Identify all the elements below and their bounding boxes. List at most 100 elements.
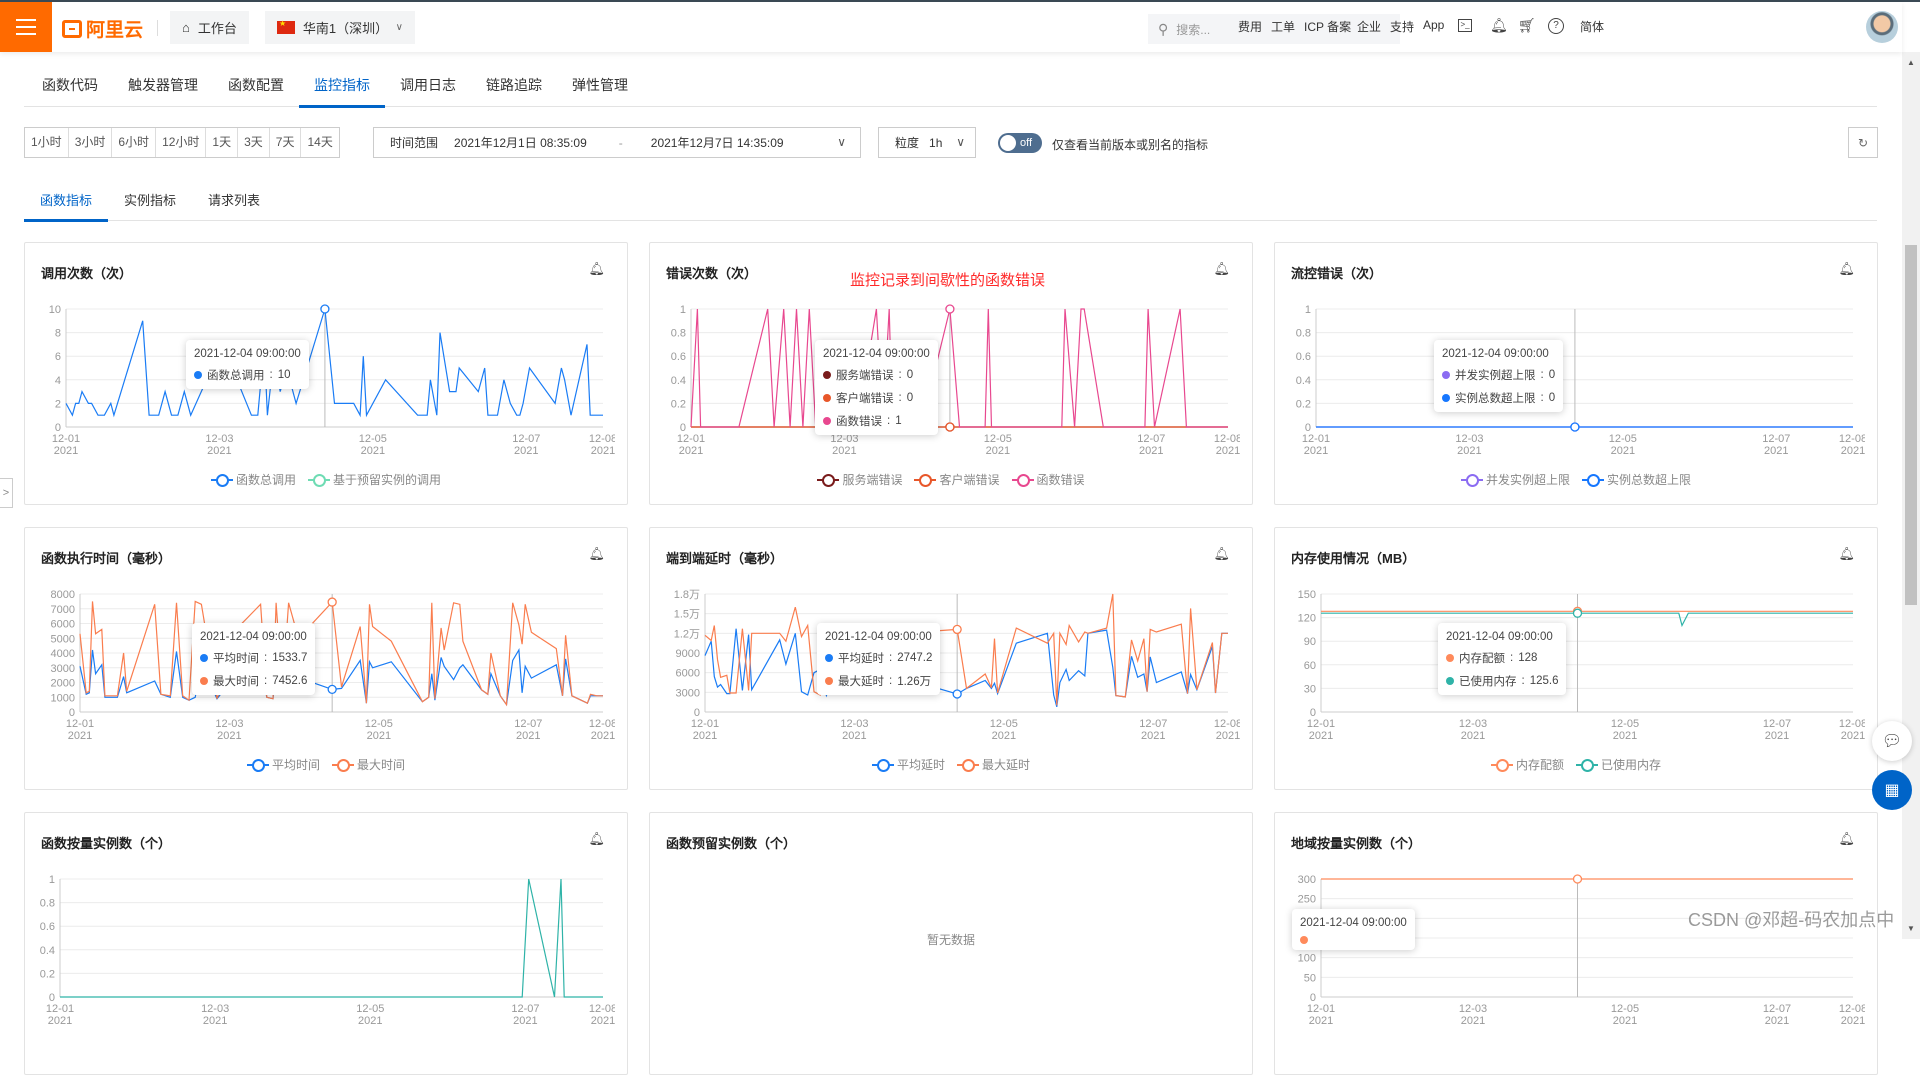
- x-tick-label: 12-08: [1214, 433, 1240, 445]
- y-tick-label: 50: [1304, 972, 1316, 984]
- granularity-select[interactable]: 粒度 1h ∨: [878, 127, 976, 158]
- nav-enterprise[interactable]: 企业: [1357, 18, 1381, 35]
- highlight-point: [952, 624, 962, 635]
- refresh-button[interactable]: ↻: [1848, 127, 1878, 158]
- scroll-up-arrow[interactable]: ▲: [1907, 58, 1915, 67]
- series-dot-icon: [823, 394, 831, 402]
- quick-range-button[interactable]: 6小时: [112, 128, 157, 157]
- quick-range-button[interactable]: 12小时: [156, 128, 207, 157]
- refresh-icon: ↻: [1857, 135, 1869, 150]
- subtab-2[interactable]: 请求列表: [192, 184, 276, 220]
- quick-range-group: 1小时 3小时 6小时 12小时 1天 3天 7天 14天: [24, 127, 340, 158]
- y-tick-label: 0.6: [1296, 351, 1311, 363]
- region-selector[interactable]: 华南1（深圳） ∨: [265, 11, 415, 44]
- help-icon[interactable]: ?: [1548, 18, 1564, 34]
- avatar[interactable]: [1866, 11, 1898, 43]
- y-tick-label: 10: [49, 304, 61, 316]
- legend-item[interactable]: 最大时间: [332, 756, 405, 773]
- series-line-2: [690, 308, 1228, 428]
- expand-sidebar-handle[interactable]: >: [0, 478, 13, 508]
- tooltip-value: 0: [906, 369, 914, 381]
- time-range-picker[interactable]: 时间范围 2021年12月1日 08:35:09 - 2021年12月7日 14…: [373, 127, 861, 158]
- apps-button[interactable]: ▦: [1872, 770, 1912, 810]
- nav-support[interactable]: 支持: [1390, 18, 1414, 35]
- legend-item[interactable]: 函数总调用: [210, 471, 296, 488]
- y-tick-label: 6000: [676, 668, 700, 680]
- tooltip-time: 2021-12-04 09:00:00: [194, 348, 301, 360]
- y-tick-label: 90: [1304, 636, 1316, 648]
- workbench-button[interactable]: ⌂ 工作台: [170, 11, 249, 44]
- top-header: 阿里云 ⌂ 工作台 华南1（深圳） ∨ ⚲ 搜索... 费用 工单 ICP 备案 企业…: [0, 2, 1902, 52]
- tab-0[interactable]: 函数代码: [27, 66, 113, 106]
- nav-ticket[interactable]: 工单: [1271, 18, 1295, 35]
- language-switch[interactable]: 简体: [1580, 18, 1604, 35]
- tab-6[interactable]: 弹性管理: [557, 66, 643, 106]
- chart-panel: 地域按量实例数（个）🔔︎05010015020025030012-0120211…: [1274, 812, 1878, 1075]
- page-scrollbar[interactable]: ▲ ▼: [1902, 52, 1920, 939]
- aliyun-logo[interactable]: 阿里云: [62, 15, 143, 42]
- x-tick-label: 12-07: [1137, 433, 1165, 445]
- legend-item[interactable]: 已使用内存: [1576, 756, 1661, 773]
- legend-item[interactable]: 并发实例超上限: [1460, 471, 1570, 488]
- quick-range-button[interactable]: 14天: [301, 128, 338, 157]
- y-tick-label: 0.8: [1296, 328, 1311, 340]
- y-tick-label: 0.2: [1296, 398, 1311, 410]
- logo-bracket-icon: [62, 19, 82, 38]
- series-dot-icon: [200, 677, 208, 685]
- legend-item[interactable]: 内存配额: [1490, 756, 1564, 773]
- legend-item[interactable]: 函数错误: [1011, 471, 1085, 488]
- legend-item[interactable]: 基于预留实例的调用: [308, 471, 441, 488]
- bell-icon[interactable]: 🔔︎: [1490, 17, 1508, 34]
- quick-range-button[interactable]: 3小时: [69, 128, 113, 157]
- y-tick-label: 4: [55, 375, 61, 387]
- tooltip-value: 0: [906, 392, 914, 404]
- tab-3[interactable]: 监控指标: [299, 66, 385, 108]
- quick-range-button[interactable]: 3天: [238, 128, 270, 157]
- x-tick-label: 12-08: [1839, 718, 1865, 730]
- search-placeholder: 搜索...: [1176, 22, 1211, 37]
- tab-5[interactable]: 链路追踪: [471, 66, 557, 106]
- feedback-chat-button[interactable]: 💬︎: [1872, 721, 1912, 761]
- version-filter-toggle[interactable]: off: [998, 133, 1042, 153]
- subtab-0[interactable]: 函数指标: [24, 184, 109, 222]
- tooltip-row: 最大延时:1.26万: [825, 673, 932, 689]
- nav-billing[interactable]: 费用: [1238, 18, 1262, 35]
- legend-item[interactable]: 最大延时: [957, 756, 1030, 773]
- nav-app[interactable]: App: [1423, 18, 1444, 32]
- cart-icon[interactable]: 🛒︎: [1518, 17, 1536, 34]
- quick-range-button[interactable]: 7天: [270, 128, 302, 157]
- tab-4[interactable]: 调用日志: [385, 66, 471, 106]
- series-dot-icon: [825, 654, 833, 662]
- legend-marker-icon: [1011, 473, 1034, 487]
- legend-label: 并发实例超上限: [1485, 473, 1570, 487]
- legend-item[interactable]: 实例总数超上限: [1582, 471, 1691, 488]
- legend-item[interactable]: 平均时间: [246, 756, 320, 773]
- terminal-icon[interactable]: >_: [1458, 19, 1472, 32]
- granularity-value: 1h: [929, 135, 943, 150]
- x-tick-year: 2021: [1457, 445, 1481, 457]
- scroll-down-arrow[interactable]: ▼: [1907, 924, 1915, 933]
- subtab-1[interactable]: 实例指标: [108, 184, 192, 220]
- nav-icp[interactable]: ICP 备案: [1304, 18, 1351, 35]
- legend-marker-icon: [246, 758, 269, 772]
- x-tick-year: 2021: [679, 445, 703, 457]
- chart-tooltip: 2021-12-04 09:00:00 平均延时:2747.2 最大延时:1.26万: [817, 623, 941, 695]
- x-tick-year: 2021: [68, 730, 92, 742]
- legend-item[interactable]: 客户端错误: [914, 471, 1000, 488]
- legend-item[interactable]: 平均延时: [871, 756, 945, 773]
- legend-label: 最大延时: [982, 758, 1031, 772]
- quick-range-button[interactable]: 1小时: [25, 128, 69, 157]
- legend-item[interactable]: 服务端错误: [817, 471, 902, 488]
- tooltip-colon: :: [887, 415, 891, 427]
- menu-button[interactable]: [0, 2, 52, 52]
- y-tick-label: 100: [1298, 953, 1316, 965]
- quick-range-button[interactable]: 1天: [206, 128, 239, 157]
- legend-marker-icon: [1490, 758, 1513, 772]
- tab-2[interactable]: 函数配置: [213, 66, 299, 106]
- tooltip-row: 函数错误:1: [823, 413, 930, 429]
- tooltip-time: 2021-12-04 09:00:00: [825, 631, 932, 643]
- tab-1[interactable]: 触发器管理: [113, 66, 213, 106]
- series-dot-icon: [200, 654, 208, 662]
- scrollbar-thumb[interactable]: [1905, 245, 1917, 605]
- series-dot-icon: [1446, 677, 1454, 685]
